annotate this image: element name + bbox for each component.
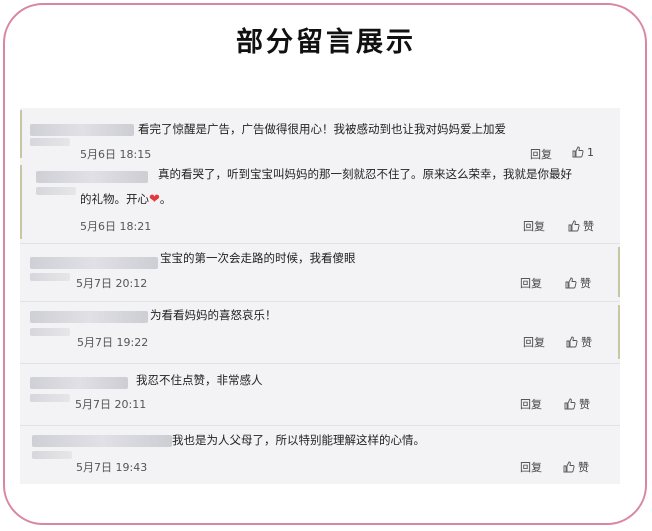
comment-item: 我也是为人父母了，所以特别能理解这样的心情。 5月7日 19:43 回复 赞 [20, 425, 620, 484]
reply-button[interactable]: 回复 [520, 396, 542, 412]
thumbs-up-icon [572, 146, 584, 158]
comment-text: 为看看妈妈的喜怒哀乐！ [150, 308, 277, 322]
blurred-username [30, 257, 158, 269]
reply-button[interactable]: 回复 [520, 275, 542, 291]
blurred-username [30, 124, 134, 136]
comment-text: 我忍不住点赞，非常感人 [136, 373, 263, 387]
comment-text-line2-text: 的礼物。开心 [80, 192, 149, 206]
thumbs-up-icon [564, 398, 576, 410]
blurred-avatar [30, 328, 70, 336]
thumbs-up-icon [566, 336, 578, 348]
accent-bar [20, 110, 22, 158]
blurred-username [32, 435, 172, 447]
comment-text: 看完了惊醒是广告，广告做得很用心！我被感动到也让我对妈妈爱上加爱 [138, 122, 506, 136]
reply-button[interactable]: 回复 [523, 218, 545, 234]
like-button[interactable]: 赞 [566, 334, 592, 350]
thumbs-up-icon [565, 277, 577, 289]
comment-text: 我也是为人父母了，所以特别能理解这样的心情。 [172, 433, 425, 447]
comment-date: 5月7日 19:43 [76, 461, 148, 474]
comment-item: 我忍不住点赞，非常感人 5月7日 20:11 回复 赞 [20, 363, 620, 426]
comment-item: 真的看哭了，听到宝宝叫妈妈的那一刻就忍不住了。原来这么荣幸，我就是你最好 的礼物… [20, 163, 620, 244]
reply-button[interactable]: 回复 [523, 334, 545, 350]
blurred-avatar [32, 451, 72, 459]
blurred-avatar [30, 273, 70, 281]
like-count: 1 [587, 146, 594, 159]
like-button[interactable]: 1 [572, 146, 594, 159]
comment-date: 5月6日 18:21 [80, 220, 152, 233]
accent-bar [618, 247, 620, 297]
like-button[interactable]: 赞 [564, 396, 590, 412]
accent-bar [20, 165, 22, 239]
comment-text-line1: 真的看哭了，听到宝宝叫妈妈的那一刻就忍不住了。原来这么荣幸，我就是你最好 [158, 167, 572, 181]
comment-date: 5月7日 20:12 [76, 277, 148, 290]
like-label: 赞 [580, 277, 591, 290]
comment-date: 5月7日 20:11 [75, 398, 147, 411]
comment-item: 宝宝的第一次会走路的时候，我看傻眼 5月7日 20:12 回复 赞 [20, 243, 620, 302]
comment-item: 为看看妈妈的喜怒哀乐！ 5月7日 19:22 回复 赞 [20, 301, 620, 364]
blurred-avatar [36, 187, 76, 195]
comment-text: 宝宝的第一次会走路的时候，我看傻眼 [160, 251, 356, 265]
period-text: 。 [159, 192, 172, 206]
like-label: 赞 [579, 398, 590, 411]
like-label: 赞 [578, 461, 589, 474]
thumbs-up-icon [568, 220, 580, 232]
comment-text-line2: 的礼物。开心❤。 [80, 190, 171, 209]
like-label: 赞 [581, 336, 592, 349]
blurred-username [36, 171, 148, 183]
like-button[interactable]: 赞 [568, 218, 594, 234]
reply-button[interactable]: 回复 [520, 459, 542, 475]
thumbs-up-icon [563, 461, 575, 473]
page-title: 部分留言展示 [236, 27, 416, 58]
like-button[interactable]: 赞 [565, 275, 591, 291]
comment-item: 看完了惊醒是广告，广告做得很用心！我被感动到也让我对妈妈爱上加爱 5月6日 18… [20, 108, 620, 163]
blurred-avatar [30, 394, 70, 402]
blurred-username [30, 377, 128, 389]
reply-button[interactable]: 回复 [530, 146, 552, 162]
comment-date: 5月7日 19:22 [77, 336, 149, 349]
accent-bar [618, 305, 620, 359]
like-button[interactable]: 赞 [563, 459, 589, 475]
blurred-avatar [30, 138, 70, 146]
comment-date: 5月6日 18:15 [80, 148, 152, 161]
blurred-username [30, 311, 148, 323]
like-label: 赞 [583, 220, 594, 233]
comments-panel: 看完了惊醒是广告，广告做得很用心！我被感动到也让我对妈妈爱上加爱 5月6日 18… [20, 108, 620, 484]
heart-icon: ❤ [149, 192, 160, 207]
